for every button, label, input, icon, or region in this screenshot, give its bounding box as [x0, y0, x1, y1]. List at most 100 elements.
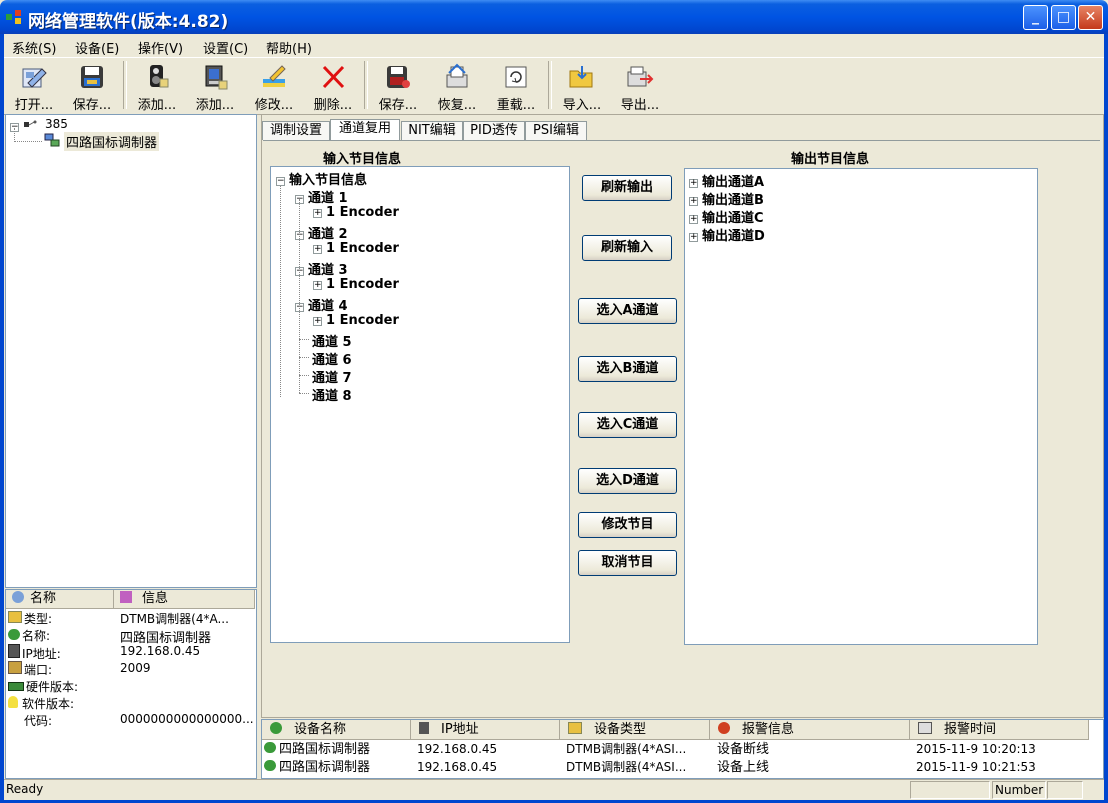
alarm-col-alarm-time[interactable]: 报警时间 [910, 720, 1089, 740]
toolbar-import-button[interactable]: 导入... [554, 60, 610, 113]
toolbar-delete-button[interactable]: 删除... [305, 60, 361, 113]
tree-root-label[interactable]: 385 [45, 117, 68, 131]
collapse-icon[interactable]: − [276, 177, 285, 186]
input-root-node[interactable]: − 输入节目信息 [276, 169, 367, 188]
menu-operation[interactable]: 操作(V) [138, 38, 183, 57]
add-device-icon [142, 62, 172, 92]
input-channel-8[interactable]: 通道 8 [312, 385, 352, 404]
expand-icon[interactable]: + [313, 317, 322, 326]
tab-nit-edit[interactable]: NIT编辑 [401, 121, 463, 140]
info-key: 软件版本: [22, 697, 75, 711]
toolbar-save-button[interactable]: 保存... [64, 60, 120, 113]
channel-label: 通道 2 [308, 227, 348, 242]
cancel-program-button[interactable]: 取消节目 [578, 550, 677, 576]
output-channel-label: 输出通道B [702, 193, 764, 208]
hardware-icon [8, 682, 24, 691]
toolbar-add-program-button[interactable]: 添加... [187, 60, 243, 113]
menu-device[interactable]: 设备(E) [75, 38, 119, 57]
expand-icon[interactable]: + [313, 245, 322, 254]
input-channel-6[interactable]: 通道 6 [312, 349, 352, 368]
info-row-name: 名称: [8, 627, 50, 644]
output-channel-d[interactable]: + 输出通道D [689, 225, 765, 244]
expand-icon[interactable]: + [689, 179, 698, 188]
device-tree-panel [5, 114, 257, 588]
toolbar-reload-button[interactable]: 重载... [488, 60, 544, 113]
cell-text: 四路国标调制器 [279, 760, 371, 775]
output-channel-c[interactable]: + 输出通道C [689, 207, 764, 226]
encoder-label: 1 Encoder [326, 277, 399, 292]
book-icon [120, 591, 132, 603]
status-num-indicator: Number [992, 781, 1046, 799]
menu-help[interactable]: 帮助(H) [266, 38, 312, 57]
import-icon [567, 62, 597, 92]
device-icon [264, 760, 276, 771]
select-a-channel-button[interactable]: 选入A通道 [578, 298, 677, 324]
table-row[interactable]: 四路国标调制器 192.168.0.45 DTMB调制器(4*ASI... 设备… [262, 759, 1100, 776]
info-row-ip: IP地址: [8, 644, 61, 661]
tab-modulation-settings[interactable]: 调制设置 [262, 121, 330, 140]
input-channel-5[interactable]: 通道 5 [312, 331, 352, 350]
info-value: 0000000000000000... [120, 712, 254, 726]
column-label: 报警信息 [742, 722, 795, 737]
toolbar-add-program-label: 添加... [195, 98, 235, 113]
tree-line [299, 357, 309, 358]
close-button[interactable]: ✕ [1078, 5, 1103, 30]
refresh-output-button[interactable]: 刷新输出 [582, 175, 672, 201]
expand-icon[interactable]: + [689, 215, 698, 224]
input-channel-1-encoder[interactable]: +1 Encoder [313, 205, 399, 220]
select-d-channel-button[interactable]: 选入D通道 [578, 468, 677, 494]
maximize-button[interactable]: □ [1051, 5, 1076, 30]
tree-root-expander[interactable]: − [10, 119, 23, 133]
toolbar-restore-button[interactable]: 恢复... [429, 60, 485, 113]
device-icon [270, 722, 282, 734]
expand-icon[interactable]: + [689, 233, 698, 242]
toolbar-add-device-label: 添加... [137, 98, 177, 113]
toolbar-delete-label: 删除... [313, 98, 353, 113]
tab-psi-edit[interactable]: PSI编辑 [525, 121, 587, 140]
toolbar-save-config-label: 保存... [378, 98, 418, 113]
expand-icon[interactable]: + [313, 281, 322, 290]
alarm-col-device-name[interactable]: 设备名称 [262, 720, 411, 740]
table-row[interactable]: 四路国标调制器 192.168.0.45 DTMB调制器(4*ASI... 设备… [262, 741, 1100, 758]
tree-device-label[interactable]: 四路国标调制器 [64, 132, 160, 151]
input-channel-3[interactable]: − 通道 3 [295, 259, 348, 278]
input-channel-4-encoder[interactable]: +1 Encoder [313, 313, 399, 328]
select-c-channel-button[interactable]: 选入C通道 [578, 412, 677, 438]
toolbar-export-button[interactable]: 导出... [612, 60, 668, 113]
toolbar-add-device-button[interactable]: 添加... [129, 60, 185, 113]
expand-icon[interactable]: + [313, 209, 322, 218]
info-col-info-header[interactable]: 信息 [114, 590, 255, 609]
menu-system[interactable]: 系统(S) [12, 38, 56, 57]
input-channel-7[interactable]: 通道 7 [312, 367, 352, 386]
tab-pid-passthrough[interactable]: PID透传 [463, 121, 525, 140]
column-label: 设备类型 [594, 722, 647, 737]
menu-settings[interactable]: 设置(C) [203, 38, 248, 57]
alarm-device-name-cell: 四路国标调制器 [264, 759, 370, 776]
alarm-col-device-type[interactable]: 设备类型 [560, 720, 710, 740]
select-b-channel-button[interactable]: 选入B通道 [578, 356, 677, 382]
input-channel-3-encoder[interactable]: +1 Encoder [313, 277, 399, 292]
window-frame-right [1104, 34, 1108, 803]
status-panel-empty [1047, 781, 1083, 799]
minimize-button[interactable]: _ [1023, 5, 1048, 30]
input-channel-2-encoder[interactable]: +1 Encoder [313, 241, 399, 256]
toolbar-reload-label: 重载... [496, 98, 536, 113]
input-channel-4[interactable]: − 通道 4 [295, 295, 348, 314]
tab-channel-mux[interactable]: 通道复用 [330, 119, 400, 141]
toolbar-edit-button[interactable]: 修改... [246, 60, 302, 113]
alarm-col-alarm-info[interactable]: 报警信息 [710, 720, 910, 740]
modify-program-button[interactable]: 修改节目 [578, 512, 677, 538]
toolbar-open-button[interactable]: 打开... [6, 60, 62, 113]
channel-label: 通道 3 [308, 263, 348, 278]
column-label: 设备名称 [294, 722, 347, 737]
info-value: 2009 [120, 661, 151, 675]
refresh-input-button[interactable]: 刷新输入 [582, 235, 672, 261]
toolbar-save-config-button[interactable]: 保存... [370, 60, 426, 113]
alarm-col-ip[interactable]: IP地址 [411, 720, 560, 740]
output-channel-b[interactable]: + 输出通道B [689, 189, 764, 208]
info-col-name-header[interactable]: 名称 [6, 590, 114, 609]
input-channel-2[interactable]: − 通道 2 [295, 223, 348, 242]
expand-icon[interactable]: + [689, 197, 698, 206]
output-channel-a[interactable]: + 输出通道A [689, 171, 764, 190]
input-channel-1[interactable]: − 通道 1 [295, 187, 348, 206]
